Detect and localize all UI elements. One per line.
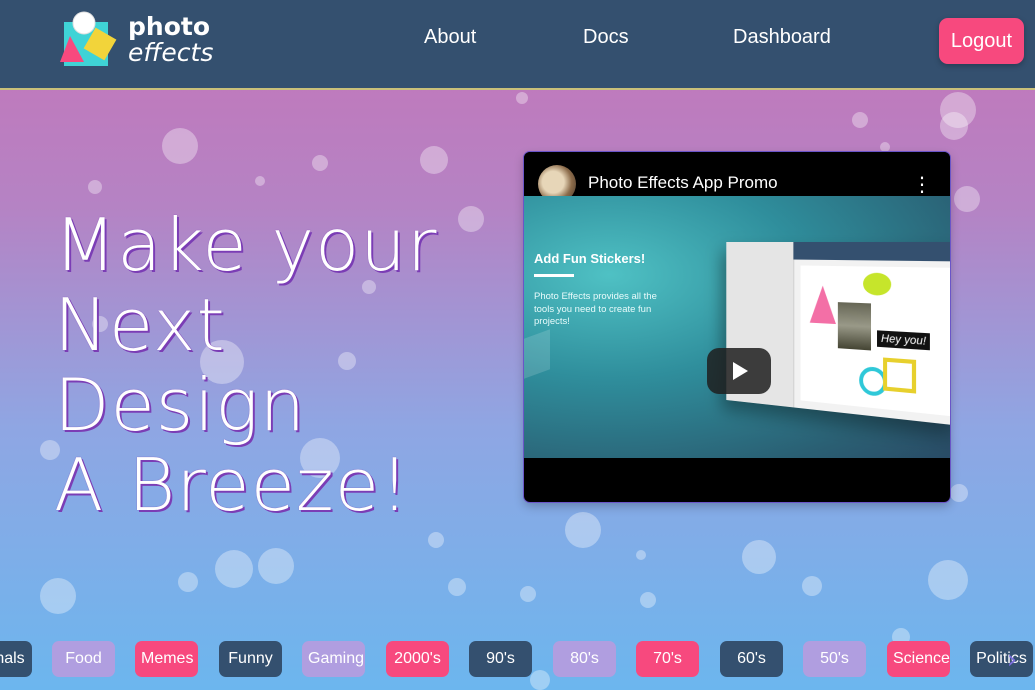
party-hat-sticker [809, 285, 836, 325]
video-thumbnail[interactable]: Add Fun Stickers! Photo Effects provides… [524, 196, 950, 458]
category-chip[interactable]: Gaming [302, 641, 365, 677]
play-icon[interactable] [707, 348, 771, 394]
mock-canvas: Hey you! [800, 265, 950, 417]
app-mockup-image: Hey you! [726, 241, 950, 426]
slide-underline [534, 274, 574, 277]
hero-line: Make your [54, 203, 438, 287]
nav-about-link[interactable]: About [424, 26, 476, 49]
brand-line-1: photo [128, 12, 210, 41]
mock-topbar [793, 241, 950, 262]
brand-line-2: effects [128, 38, 214, 67]
category-chip[interactable]: Funny [219, 641, 282, 677]
nav-docs-link[interactable]: Docs [583, 26, 629, 49]
slide-heading: Add Fun Stickers! [534, 251, 646, 266]
hero-line: Design [54, 363, 307, 447]
balloon-sticker [863, 272, 892, 296]
video-header: Photo Effects App Promo ⋮ [524, 152, 950, 203]
top-navbar: photo effects About Docs Dashboard Logou… [0, 0, 1035, 90]
category-chip[interactable]: Memes [135, 641, 198, 677]
category-chip[interactable]: 2000's [386, 641, 449, 677]
brand-wordmark: photo effects [128, 14, 213, 66]
brand-logo[interactable]: photo effects [58, 10, 218, 70]
hero-headline: Make your Next Design A Breeze! [54, 205, 484, 525]
logout-button[interactable]: Logout [939, 18, 1024, 64]
decorative-arrow [524, 329, 550, 379]
more-vert-icon[interactable]: ⋮ [912, 172, 932, 196]
hero-line: A Breeze! [54, 443, 410, 527]
category-strip: nals Food Memes Funny Gaming 2000's 90's… [0, 641, 1035, 677]
category-chip[interactable]: 50's [803, 641, 866, 677]
slide-text: Photo Effects provides all the tools you… [534, 291, 657, 327]
logo-shapes-icon [60, 11, 117, 66]
text-sticker: Hey you! [877, 330, 931, 351]
video-title[interactable]: Photo Effects App Promo [588, 173, 778, 193]
square-sticker [883, 357, 917, 394]
category-chip[interactable]: 70's [636, 641, 699, 677]
category-chip[interactable]: 80's [553, 641, 616, 677]
category-chip[interactable]: 60's [720, 641, 783, 677]
chevron-right-icon[interactable]: › [1001, 647, 1023, 673]
promo-video-player[interactable]: Photo Effects App Promo ⋮ Add Fun Sticke… [524, 152, 950, 502]
category-chip[interactable]: nals [0, 641, 32, 677]
category-chip[interactable]: Science [887, 641, 950, 677]
category-chip[interactable]: 90's [469, 641, 532, 677]
hero-line: Next [54, 283, 226, 367]
category-chip[interactable]: Food [52, 641, 115, 677]
nav-dashboard-link[interactable]: Dashboard [733, 26, 831, 49]
person-photo [837, 302, 872, 351]
